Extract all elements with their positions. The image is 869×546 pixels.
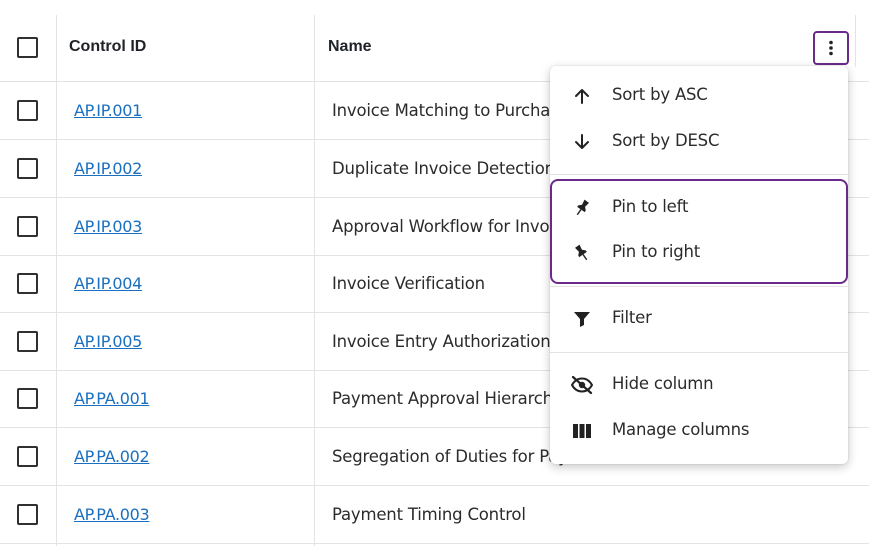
row-name: Invoice Entry Authorization: [332, 332, 551, 351]
column-header-control-id[interactable]: Control ID: [69, 38, 146, 56]
menu-item-label: Filter: [612, 308, 652, 327]
row-checkbox[interactable]: [17, 216, 38, 237]
row-name: Approval Workflow for Invoices: [332, 217, 581, 236]
menu-divider: [550, 352, 848, 353]
menu-item-sort-asc[interactable]: Sort by ASC: [550, 74, 848, 118]
menu-item-filter[interactable]: Filter: [550, 297, 848, 341]
menu-item-label: Pin to right: [612, 242, 701, 261]
row-checkbox[interactable]: [17, 273, 38, 294]
table-row: AP.PA.003 Payment Timing Control: [0, 486, 869, 544]
arrow-up-icon: [570, 84, 594, 108]
row-checkbox[interactable]: [17, 331, 38, 352]
columns-icon: [570, 419, 594, 443]
menu-item-label: Sort by DESC: [612, 131, 720, 150]
control-id-link[interactable]: AP.IP.005: [74, 332, 142, 351]
pin-right-icon: [570, 241, 594, 265]
menu-item-label: Pin to left: [612, 197, 689, 216]
row-checkbox[interactable]: [17, 100, 38, 121]
control-id-link[interactable]: AP.IP.004: [74, 274, 142, 293]
row-checkbox[interactable]: [17, 504, 38, 525]
menu-item-label: Manage columns: [612, 420, 750, 439]
row-name: Payment Approval Hierarchy: [332, 389, 563, 408]
more-vertical-icon: [829, 40, 833, 56]
select-all-checkbox[interactable]: [17, 37, 38, 58]
menu-divider: [550, 286, 848, 287]
control-id-link[interactable]: AP.IP.001: [74, 101, 142, 120]
row-checkbox[interactable]: [17, 388, 38, 409]
menu-item-label: Hide column: [612, 374, 714, 393]
control-id-link[interactable]: AP.IP.003: [74, 217, 142, 236]
arrow-down-icon: [570, 130, 594, 154]
menu-item-manage-columns[interactable]: Manage columns: [550, 409, 848, 453]
eye-off-icon: [570, 373, 594, 397]
control-id-link[interactable]: AP.PA.001: [74, 389, 150, 408]
row-name: Invoice Verification: [332, 274, 485, 293]
menu-item-pin-right[interactable]: Pin to right: [550, 231, 848, 275]
control-id-link[interactable]: AP.PA.003: [74, 505, 150, 524]
row-name: Duplicate Invoice Detection: [332, 159, 555, 178]
menu-item-label: Sort by ASC: [612, 85, 708, 104]
column-menu-button[interactable]: [813, 31, 849, 65]
row-name: Payment Timing Control: [332, 505, 526, 524]
row-checkbox[interactable]: [17, 158, 38, 179]
row-checkbox[interactable]: [17, 446, 38, 467]
filter-icon: [570, 307, 594, 331]
control-id-link[interactable]: AP.PA.002: [74, 447, 150, 466]
menu-item-sort-desc[interactable]: Sort by DESC: [550, 120, 848, 164]
menu-divider: [550, 174, 848, 175]
control-id-link[interactable]: AP.IP.002: [74, 159, 142, 178]
menu-item-pin-left[interactable]: Pin to left: [550, 186, 848, 230]
column-divider: [855, 15, 856, 67]
column-menu: Sort by ASC Sort by DESC Pin to left Pin…: [550, 66, 848, 464]
menu-item-hide-column[interactable]: Hide column: [550, 363, 848, 407]
pin-left-icon: [570, 196, 594, 220]
column-header-name[interactable]: Name: [328, 38, 372, 56]
